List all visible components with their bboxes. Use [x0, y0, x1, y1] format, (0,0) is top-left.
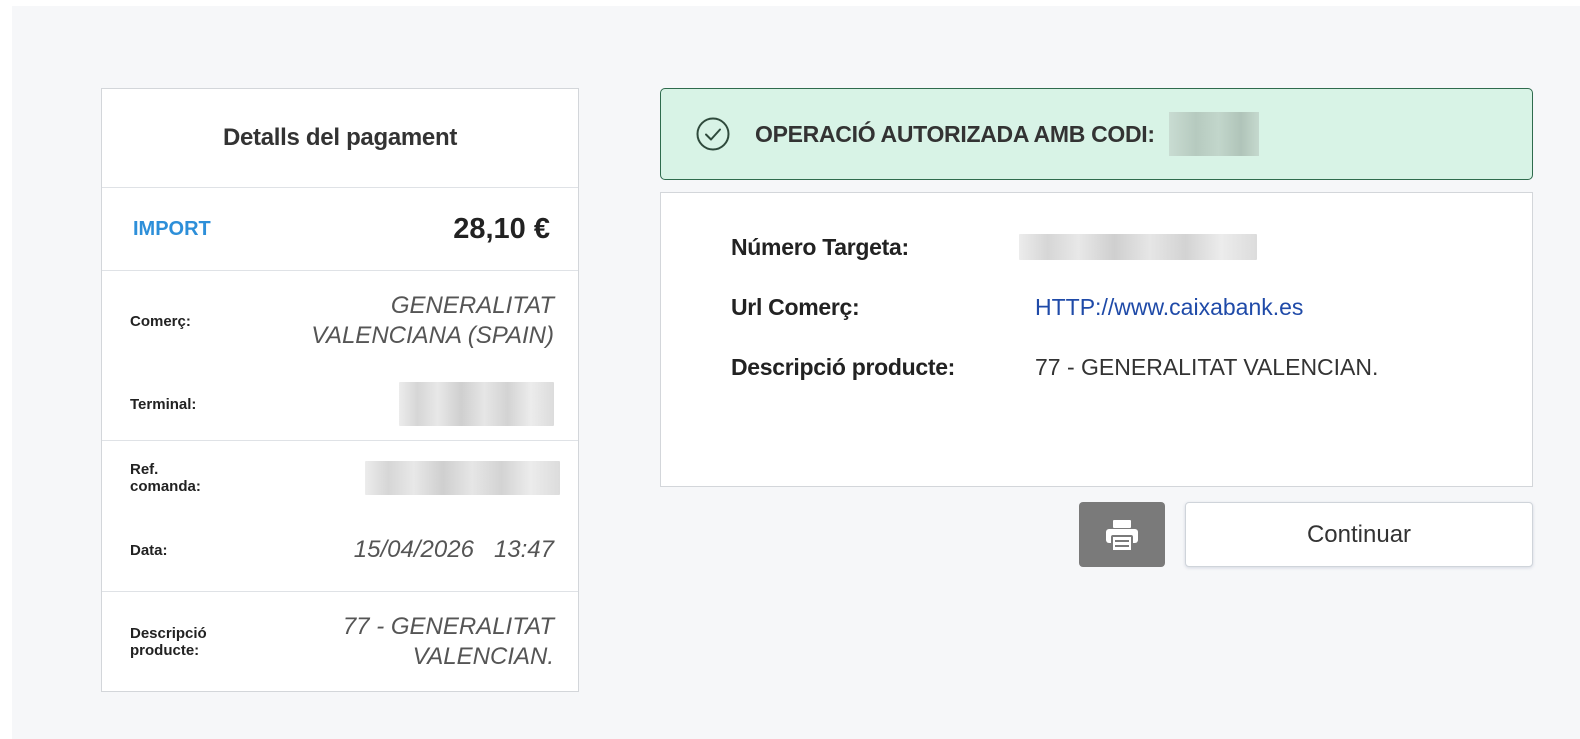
description-label-line2: producte:	[130, 642, 200, 659]
merchant-terminal-block: Comerç: GENERALITAT VALENCIANA (SPAIN) T…	[102, 271, 578, 441]
description-label-line1: Descripció	[130, 625, 207, 642]
printer-icon	[1106, 519, 1138, 552]
merchant-value: GENERALITAT VALENCIANA (SPAIN)	[311, 291, 554, 351]
card-number-row: Número Targeta:	[731, 231, 1257, 263]
amount-label: IMPORT	[133, 217, 211, 240]
description-value-line1: 77 - GENERALITAT	[342, 613, 554, 640]
order-ref-label-line1: Ref.	[130, 461, 159, 478]
order-date-block: Ref. comanda: Data: 15/04/2026 13:47	[102, 441, 578, 592]
product-description-label: Descripció producte:	[731, 353, 956, 380]
print-button[interactable]	[1079, 502, 1165, 567]
date-value-date: 15/04/2026	[353, 536, 474, 563]
continue-button[interactable]: Continuar	[1185, 502, 1533, 567]
transaction-info-panel: Número Targeta: Url Comerç: HTTP://www.c…	[660, 192, 1533, 487]
amount-value: 28,10 €	[453, 212, 550, 245]
product-description-row: Descripció producte: 77 - GENERALITAT VA…	[731, 351, 1378, 383]
card-number-value-redacted	[1019, 234, 1257, 260]
merchant-url-row: Url Comerç: HTTP://www.caixabank.es	[731, 291, 1303, 323]
order-ref-label: Ref. comanda:	[130, 461, 201, 495]
date-row: Data: 15/04/2026 13:47	[102, 535, 578, 565]
description-value-line2: VALENCIAN.	[412, 643, 554, 670]
payment-details-title: Detalls del pagament	[102, 89, 578, 188]
merchant-url-link[interactable]: HTTP://www.caixabank.es	[1035, 294, 1303, 321]
terminal-value-redacted	[399, 382, 554, 426]
merchant-url-label: Url Comerç:	[731, 293, 860, 320]
card-number-label: Número Targeta:	[731, 233, 909, 260]
date-value-time: 13:47	[493, 536, 554, 563]
authorization-code-redacted	[1168, 112, 1259, 156]
description-block: Descripció producte: 77 - GENERALITAT VA…	[102, 592, 578, 692]
date-value: 15/04/2026 13:47	[354, 535, 554, 565]
merchant-value-line1: GENERALITAT	[390, 292, 554, 319]
description-label: Descripció producte:	[130, 625, 207, 659]
merchant-label: Comerç:	[130, 312, 191, 330]
description-row: Descripció producte: 77 - GENERALITAT VA…	[102, 612, 578, 672]
product-description-value: 77 - GENERALITAT VALENCIAN.	[1035, 353, 1379, 380]
payment-details-card: Detalls del pagament IMPORT 28,10 € Come…	[101, 88, 579, 692]
amount-row: IMPORT 28,10 €	[102, 188, 578, 271]
terminal-row: Terminal:	[102, 381, 578, 427]
description-value: 77 - GENERALITAT VALENCIAN.	[343, 612, 554, 672]
terminal-label: Terminal:	[130, 395, 197, 413]
merchant-row: Comerç: GENERALITAT VALENCIANA (SPAIN)	[102, 291, 578, 351]
check-circle-icon	[696, 117, 730, 151]
order-ref-row: Ref. comanda:	[102, 461, 578, 495]
order-ref-label-line2: comanda:	[130, 478, 201, 495]
merchant-value-line2: VALENCIANA (SPAIN)	[311, 322, 554, 349]
order-ref-value-redacted	[365, 461, 560, 495]
authorization-message: OPERACIÓ AUTORIZADA AMB CODI:	[755, 120, 1155, 147]
date-label: Data:	[130, 541, 168, 559]
success-banner: OPERACIÓ AUTORIZADA AMB CODI:	[660, 88, 1533, 180]
